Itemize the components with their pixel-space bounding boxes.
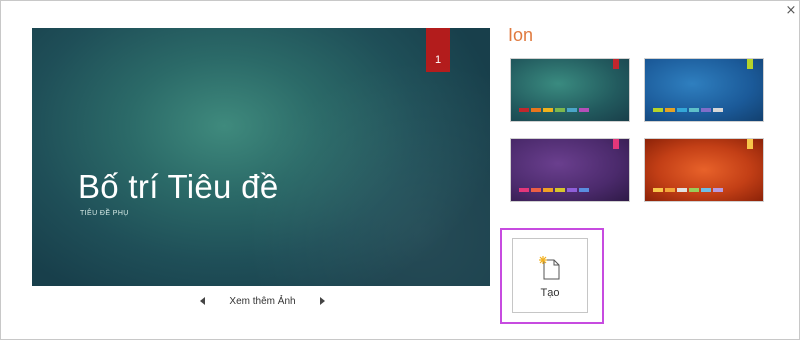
variant-color-chips (519, 188, 589, 192)
color-chip (653, 108, 663, 112)
color-chip (579, 108, 589, 112)
color-chip (701, 188, 711, 192)
color-chip (713, 188, 723, 192)
color-chip (531, 108, 541, 112)
variant-accent-tag (613, 139, 619, 149)
slide-preview: 1 Bố trí Tiêu đề TIÊU ĐỀ PHỤ (32, 28, 490, 286)
color-chip (519, 108, 529, 112)
variant-thumbnail-blue[interactable] (644, 58, 764, 122)
slide-number: 1 (434, 54, 442, 66)
image-navigation: Xem thêm Ảnh (200, 293, 325, 309)
preview-subtitle: TIÊU ĐỀ PHỤ (80, 210, 129, 217)
color-chip (519, 188, 529, 192)
color-chip (543, 188, 553, 192)
previous-arrow-icon[interactable] (200, 297, 205, 305)
slide-number-badge: 1 (426, 28, 450, 72)
variant-color-chips (653, 188, 723, 192)
variant-color-chips (519, 108, 589, 112)
variant-thumbnail-teal[interactable] (510, 58, 630, 122)
color-chip (665, 108, 675, 112)
color-chip (531, 188, 541, 192)
color-chip (567, 188, 577, 192)
color-chip (665, 188, 675, 192)
color-chip (689, 188, 699, 192)
variant-color-chips (653, 108, 723, 112)
color-chip (713, 108, 723, 112)
new-file-icon (539, 256, 560, 280)
color-chip (579, 188, 589, 192)
variant-accent-tag (613, 59, 619, 69)
variant-accent-tag (747, 139, 753, 149)
color-chip (653, 188, 663, 192)
create-label: Tạo (540, 287, 560, 299)
close-button[interactable]: × (783, 3, 799, 19)
more-images-label[interactable]: Xem thêm Ảnh (229, 296, 295, 307)
create-button[interactable]: Tạo (512, 238, 588, 313)
color-chip (555, 108, 565, 112)
color-chip (555, 188, 565, 192)
color-chip (689, 108, 699, 112)
color-chip (567, 108, 577, 112)
color-chip (677, 108, 687, 112)
theme-name: Ion (508, 25, 534, 45)
color-chip (677, 188, 687, 192)
variant-thumbnail-purple[interactable] (510, 138, 630, 202)
variant-thumbnail-orange[interactable] (644, 138, 764, 202)
color-chip (701, 108, 711, 112)
color-chip (543, 108, 553, 112)
next-arrow-icon[interactable] (320, 297, 325, 305)
variant-accent-tag (747, 59, 753, 69)
preview-title: Bố trí Tiêu đề (78, 168, 279, 205)
